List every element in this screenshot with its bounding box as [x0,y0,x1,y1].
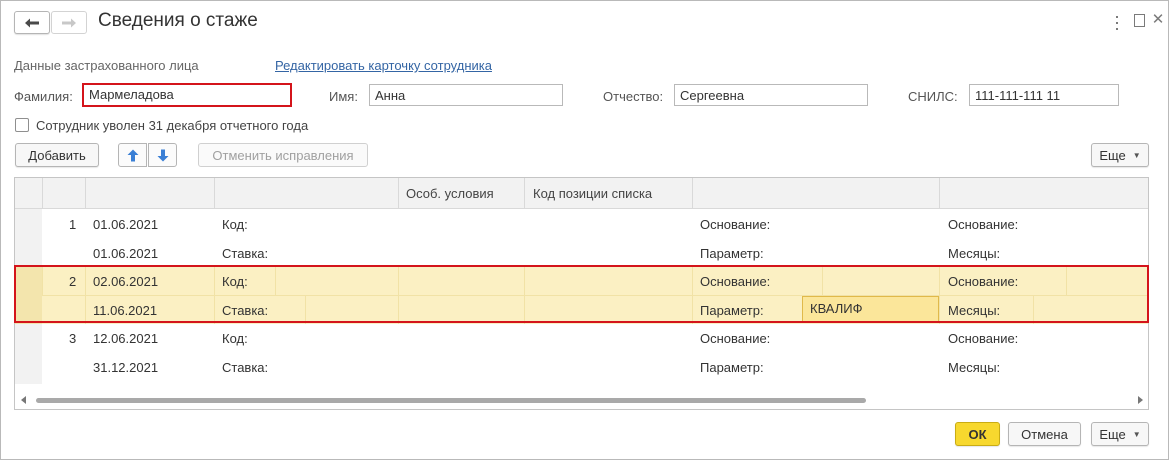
date-from: 12.06.2021 [93,331,159,346]
header-special-conditions[interactable]: Особ. условия [406,186,494,201]
code-label: Код: [222,331,248,346]
horizontal-scrollbar[interactable] [15,393,1148,409]
dismissed-checkbox[interactable] [15,118,29,132]
code-label: Код: [222,274,248,289]
rate-label: Ставка: [222,246,269,261]
param-value-active-cell[interactable]: КВАЛИФ [802,296,939,322]
forward-button[interactable] [51,11,87,34]
move-down-button[interactable] [148,143,177,167]
surname-label: Фамилия: [14,89,73,104]
arrow-right-icon [62,18,76,27]
more-button[interactable]: Еще ▼ [1091,143,1149,167]
row-number: 1 [69,217,77,232]
dismissed-checkbox-label[interactable]: Сотрудник уволен 31 декабря отчетного го… [36,118,308,133]
arrow-down-icon [157,149,168,161]
maximize-icon[interactable] [1134,14,1145,27]
ok-button[interactable]: ОК [955,422,1000,446]
back-button[interactable] [14,11,50,34]
date-from: 01.06.2021 [93,217,159,232]
patronymic-label: Отчество: [603,89,664,104]
footer-more-button[interactable]: Еще ▼ [1091,422,1149,446]
rate-label: Ставка: [222,303,269,318]
table-row[interactable]: 1 01.06.2021 01.06.2021 Код: Ставка: Осн… [15,210,1148,267]
basis-label: Основание: [700,274,771,289]
param-label: Параметр: [700,360,764,375]
basis-label: Основание: [700,331,771,346]
arrow-up-icon [127,149,138,161]
edit-employee-card-link[interactable]: Редактировать карточку сотрудника [275,58,492,73]
snils-label: СНИЛС: [908,89,958,104]
basis2-label: Основание: [948,331,1019,346]
table-row-selected[interactable]: 2 02.06.2021 11.06.2021 Код: Ставка: Осн… [15,267,1148,324]
chevron-down-icon: ▼ [1132,429,1141,439]
months-label: Месяцы: [948,360,1001,375]
cancel-corrections-button[interactable]: Отменить исправления [198,143,368,167]
patronymic-field[interactable]: Сергеевна [674,84,868,106]
param-label: Параметр: [700,303,764,318]
snils-field[interactable]: 111-111-111 11 [969,84,1119,106]
table-row[interactable]: 3 12.06.2021 31.12.2021 Код: Ставка: Осн… [15,324,1148,381]
table-header: Особ. условия Код позиции списка [15,178,1148,209]
surname-field[interactable]: Мармеладова [82,83,292,107]
date-from: 02.06.2021 [93,274,159,289]
date-to: 31.12.2021 [93,360,159,375]
more-actions-icon[interactable] [1111,13,1123,33]
arrow-left-icon [25,18,39,27]
date-to: 01.06.2021 [93,246,159,261]
section-label: Данные застрахованного лица [14,58,199,73]
name-label: Имя: [329,89,358,104]
add-button[interactable]: Добавить [15,143,99,167]
basis2-label: Основание: [948,274,1019,289]
row-number: 3 [69,331,77,346]
scroll-thumb[interactable] [36,398,866,403]
rate-label: Ставка: [222,360,269,375]
more-button-label: Еще [1099,147,1126,163]
chevron-down-icon: ▼ [1132,150,1141,160]
months-label: Месяцы: [948,303,1001,318]
date-to: 11.06.2021 [93,303,158,318]
close-icon[interactable]: ✕ [1151,12,1165,28]
move-up-button[interactable] [118,143,147,167]
row-number: 2 [69,274,77,289]
scroll-right-icon[interactable] [1138,396,1143,404]
dialog-window: Сведения о стаже ✕ Данные застрахованног… [0,0,1169,460]
basis2-label: Основание: [948,217,1019,232]
scroll-left-icon[interactable] [21,396,26,404]
code-label: Код: [222,217,248,232]
basis-label: Основание: [700,217,771,232]
cancel-button[interactable]: Отмена [1008,422,1081,446]
param-label: Параметр: [700,246,764,261]
footer-more-button-label: Еще [1099,426,1126,442]
name-field[interactable]: Анна [369,84,563,106]
experience-table[interactable]: Особ. условия Код позиции списка 1 01.06… [14,177,1149,410]
window-title: Сведения о стаже [98,10,258,31]
months-label: Месяцы: [948,246,1001,261]
header-list-position-code[interactable]: Код позиции списка [533,186,652,201]
